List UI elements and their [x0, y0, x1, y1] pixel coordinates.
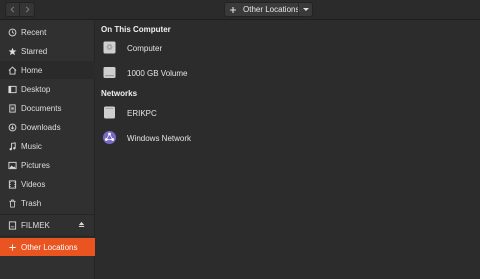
- sidebar-item-videos[interactable]: Videos: [0, 175, 95, 193]
- sidebar-item-label: Downloads: [21, 123, 61, 132]
- sidebar-item-label: Trash: [21, 199, 42, 208]
- sidebar-item-label: Home: [21, 66, 43, 75]
- location-item-windows-network[interactable]: Windows Network: [96, 127, 480, 149]
- sidebar-item-pictures[interactable]: Pictures: [0, 156, 95, 174]
- sidebar-item-label: Pictures: [21, 161, 50, 170]
- clock-icon: [7, 27, 17, 37]
- volume-drive-icon: [103, 67, 116, 78]
- star-icon: [7, 46, 17, 56]
- sidebar-divider: [0, 214, 95, 215]
- sidebar-item-documents[interactable]: Documents: [0, 99, 95, 117]
- computer-drive-icon: [103, 41, 116, 54]
- network-computer-icon: [104, 106, 115, 119]
- chevron-left-icon: [10, 6, 15, 13]
- sidebar-item-label: Music: [21, 142, 42, 151]
- sidebar-item-other-locations[interactable]: Other Locations: [0, 238, 95, 256]
- sidebar-item-label: Other Locations: [21, 243, 78, 252]
- trash-icon: [7, 198, 17, 208]
- picture-icon: [7, 160, 17, 170]
- location-item-erikpc[interactable]: ERIKPC: [96, 102, 480, 124]
- location-label: 1000 GB Volume: [127, 69, 188, 78]
- sidebar-divider: [0, 236, 95, 237]
- location-item-computer[interactable]: Computer: [96, 37, 480, 59]
- sidebar-item-home[interactable]: Home: [0, 61, 95, 79]
- location-path-button[interactable]: Other Locations: [224, 2, 313, 17]
- header-bar: Other Locations: [0, 0, 480, 20]
- windows-network-icon: [103, 131, 116, 144]
- sidebar-item-trash[interactable]: Trash: [0, 194, 95, 212]
- plus-icon: [7, 242, 17, 252]
- plus-icon: [230, 7, 236, 13]
- desktop-icon: [7, 84, 17, 94]
- eject-icon[interactable]: [78, 221, 85, 228]
- location-item-1000gb-volume[interactable]: 1000 GB Volume: [96, 62, 480, 84]
- sidebar-item-label: Videos: [21, 180, 46, 189]
- sidebar-item-label: Documents: [21, 104, 62, 113]
- drive-icon: [7, 220, 17, 230]
- chevron-right-icon: [25, 6, 30, 13]
- location-label: Windows Network: [127, 134, 192, 143]
- download-icon: [7, 122, 17, 132]
- section-title-networks: Networks: [101, 89, 138, 98]
- path-divider: [298, 3, 299, 16]
- caret-down-icon[interactable]: [303, 8, 309, 11]
- document-icon: [7, 103, 17, 113]
- sidebar-item-recent[interactable]: Recent: [0, 23, 95, 41]
- back-button[interactable]: [5, 2, 20, 17]
- sidebar-item-downloads[interactable]: Downloads: [0, 118, 95, 136]
- forward-button[interactable]: [20, 2, 35, 17]
- sidebar-item-label: Starred: [21, 47, 48, 56]
- section-title-on-this-computer: On This Computer: [101, 25, 171, 34]
- sidebar-item-desktop[interactable]: Desktop: [0, 80, 95, 98]
- location-label: Computer: [127, 44, 163, 53]
- sidebar-item-filmek[interactable]: FILMEK: [0, 216, 95, 234]
- sidebar-item-label: FILMEK: [21, 221, 50, 230]
- sidebar: Recent Starred Home Desktop Documents Do…: [0, 20, 95, 279]
- locations-view: On This Computer Computer 1000 GB Volume…: [96, 20, 480, 279]
- home-icon: [7, 65, 17, 75]
- music-icon: [7, 141, 17, 151]
- sidebar-item-music[interactable]: Music: [0, 137, 95, 155]
- sidebar-item-label: Recent: [21, 28, 47, 37]
- path-label: Other Locations: [243, 5, 300, 14]
- location-label: ERIKPC: [127, 109, 157, 118]
- sidebar-item-label: Desktop: [21, 85, 51, 94]
- sidebar-item-starred[interactable]: Starred: [0, 42, 95, 60]
- video-icon: [7, 179, 17, 189]
